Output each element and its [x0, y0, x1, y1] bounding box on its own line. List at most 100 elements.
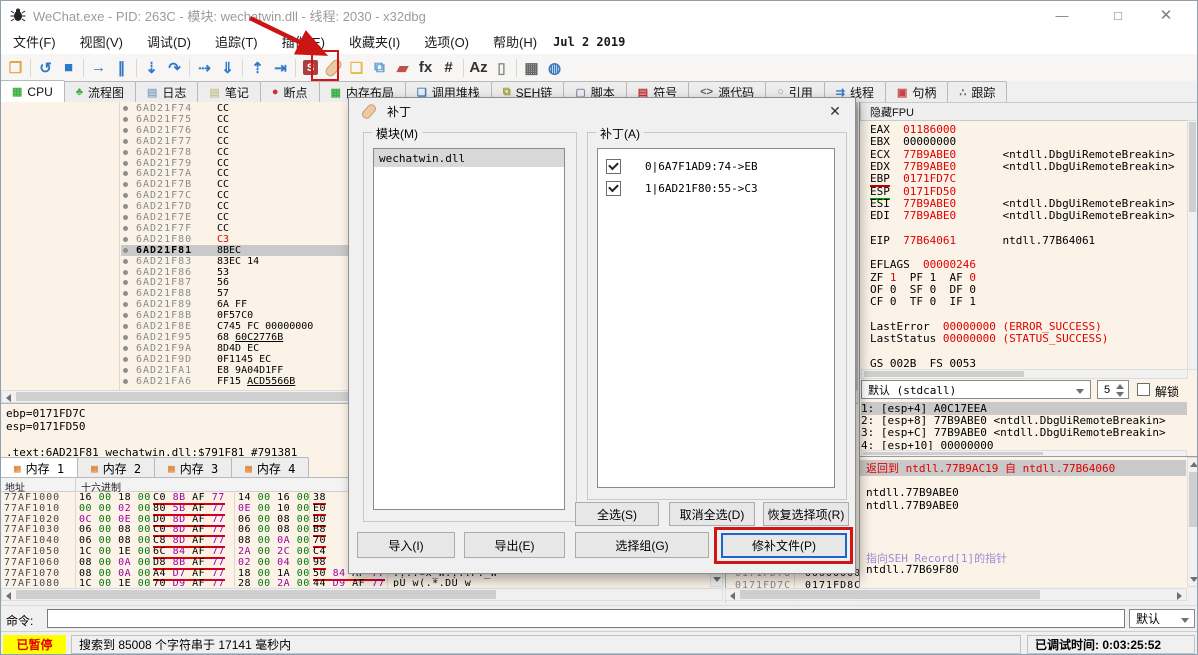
calculator-icon[interactable]: ▦ — [520, 57, 543, 79]
menu-help[interactable]: 帮助(H) — [481, 32, 549, 51]
register-line[interactable]: EDX 77B9ABE0 <ntdll.DbgUiRemoteBreakin> — [870, 160, 1175, 173]
run-icon[interactable]: → — [87, 57, 110, 79]
register-line[interactable]: ECX 77B9ABE0 <ntdll.DbgUiRemoteBreakin> — [870, 148, 1175, 161]
menu-favourites[interactable]: 收藏夹(I) — [337, 32, 412, 51]
breakpoint-dot-icon — [123, 225, 128, 231]
calling-convention-select[interactable]: 默认 (stdcall) — [861, 380, 1091, 399]
close-button[interactable]: ✕ — [1143, 1, 1189, 29]
tab-graph[interactable]: ♣ 流程图 — [63, 81, 136, 102]
x32dbg-window: WeChat.exe - PID: 263C - 模块: wechatwin.d… — [0, 0, 1198, 655]
dump-address: 77AF1070 — [4, 567, 61, 579]
import-button[interactable]: 导入(I) — [357, 532, 455, 558]
register-line[interactable]: GS 002B FS 0053 — [870, 357, 976, 370]
menu-debug[interactable]: 调试(D) — [135, 32, 203, 51]
patch-file-annotation-box — [714, 527, 853, 564]
register-line[interactable]: LastError 00000000 (ERROR_SUCCESS) — [870, 320, 1102, 333]
unlock-checkbox[interactable] — [1137, 383, 1150, 396]
register-line[interactable]: ESI 77B9ABE0 <ntdll.DbgUiRemoteBreakin> — [870, 197, 1175, 210]
registers-vscrollbar[interactable] — [1187, 120, 1197, 370]
tab-cpu[interactable]: ▦ CPU — [1, 80, 65, 102]
memory-tab-2[interactable]: ▦ 内存 2 — [77, 457, 156, 478]
menu-options[interactable]: 选项(O) — [412, 32, 481, 51]
memory-tab-3[interactable]: ▦ 内存 3 — [154, 457, 233, 478]
register-line[interactable]: EDI 77B9ABE0 <ntdll.DbgUiRemoteBreakin> — [870, 209, 1175, 222]
restart-icon[interactable]: ↺ — [34, 57, 57, 79]
module-list[interactable]: wechatwin.dll — [373, 148, 565, 510]
patch-checkbox[interactable] — [606, 158, 621, 174]
pause-icon[interactable]: ∥ — [110, 57, 133, 79]
debug-time-panel: 已调试时间: 0:03:25:52 — [1027, 635, 1195, 654]
register-line[interactable]: ESP 0171FD50 — [870, 184, 956, 200]
stop-icon[interactable]: ■ — [57, 57, 80, 79]
status-message: 搜索到 85008 个字符串于 17141 毫秒内 — [79, 638, 292, 652]
register-line[interactable]: EBP 0171FD7C — [870, 172, 956, 188]
command-mode-select[interactable]: 默认 — [1129, 609, 1195, 628]
tab-handles[interactable]: ▣ 句柄 — [884, 81, 949, 102]
memory-tab-1[interactable]: ▦ 内存 1 — [1, 457, 79, 478]
patch-list-item[interactable]: 0|6A7F1AD9:74->EB — [598, 155, 834, 177]
register-line[interactable]: EIP 77B64061 ntdll.77B64061 — [870, 234, 1095, 247]
bookmarks-icon[interactable]: ▰ — [391, 57, 414, 79]
breakpoint-dot-icon — [123, 378, 128, 384]
module-list-item[interactable]: wechatwin.dll — [374, 149, 564, 167]
log-icon[interactable]: ▯ — [490, 57, 513, 79]
register-line[interactable]: EAX 01186000 — [870, 123, 956, 136]
patch-list[interactable]: 0|6A7F1AD9:74->EB 1|6AD21F80:55->C3 — [597, 148, 835, 488]
patch-dialog-title-bar[interactable]: 补丁 — [349, 98, 855, 124]
step-over-icon[interactable]: ↷ — [163, 57, 186, 79]
tab-breakpoints[interactable]: ● 断点 — [259, 81, 320, 102]
select-group-button[interactable]: 选择组(G) — [575, 532, 709, 558]
call-argument-row[interactable]: 1: [esp+4] A0C17EEA — [861, 402, 1187, 415]
register-line[interactable]: OF 0 SF 0 DF 0 — [870, 283, 976, 296]
labels-icon[interactable]: ⧉ — [368, 57, 391, 79]
tab-trace-label: 跟踪 — [971, 85, 996, 100]
run-until-icon[interactable]: ⇢ — [193, 57, 216, 79]
menu-view[interactable]: 视图(V) — [68, 32, 135, 51]
hide-fpu-button[interactable]: 隐藏FPU — [860, 102, 1197, 121]
dump-hscrollbar[interactable] — [1, 588, 723, 601]
maximize-button[interactable]: □ — [1095, 1, 1141, 29]
tab-breakpoints-label: 断点 — [283, 85, 308, 100]
menu-file[interactable]: 文件(F) — [1, 32, 68, 51]
arg-count-stepper[interactable]: 5 — [1097, 380, 1129, 399]
registers-hscrollbar[interactable] — [861, 369, 1188, 379]
function-icon[interactable]: fx — [414, 57, 437, 79]
call-argument-row[interactable]: 3: [esp+C] 77B9ABE0 <ntdll.DbgUiRemoteBr… — [861, 426, 1187, 439]
deselect-all-button[interactable]: 取消全选(D) — [669, 502, 755, 526]
disasm-bytes: 6A FF — [217, 299, 248, 311]
disasm-bytes: C3 — [217, 233, 230, 245]
register-line[interactable]: EBX 00000000 — [870, 135, 956, 148]
patch-checkbox[interactable] — [606, 180, 621, 196]
tab-log[interactable]: ▤ 日志 — [134, 81, 199, 102]
dialog-close-icon[interactable]: ✕ — [821, 101, 849, 121]
call-argument-row[interactable]: 2: [esp+8] 77B9ABE0 <ntdll.DbgUiRemoteBr… — [861, 414, 1187, 427]
case-icon[interactable]: Aᴢ — [467, 57, 490, 79]
minimize-button[interactable]: — — [1039, 1, 1085, 29]
register-line[interactable]: EFLAGS 00000246 — [870, 258, 976, 271]
patch-list-item[interactable]: 1|6AD21F80:55->C3 — [598, 177, 834, 199]
dump-address: 77AF1040 — [4, 535, 61, 547]
restore-selection-button[interactable]: 恢复选择项(R) — [763, 502, 849, 526]
comments-icon[interactable]: ❏ — [345, 57, 368, 79]
tab-trace[interactable]: ∴ 跟踪 — [947, 81, 1008, 102]
open-file-icon[interactable]: ❒ — [4, 57, 27, 79]
export-button[interactable]: 导出(E) — [464, 532, 565, 558]
memory-tab-4[interactable]: ▦ 内存 4 — [231, 457, 310, 478]
debug-time-value: 0:03:25:52 — [1102, 637, 1162, 652]
step-into-icon[interactable]: ⇣ — [140, 57, 163, 79]
globe-icon[interactable]: ◍ — [543, 57, 566, 79]
stack-hints-vscrollbar[interactable] — [1187, 457, 1197, 587]
register-line[interactable]: CF 0 TF 0 IF 1 — [870, 295, 976, 308]
tab-notes[interactable]: ▤ 笔记 — [197, 81, 261, 102]
stack-hscrollbar[interactable] — [725, 588, 1187, 601]
dump-ascii: pÙ_w(.*.DÙ_w — [393, 578, 472, 587]
breakpoint-dot-icon — [123, 247, 128, 253]
disasm-address: 6AD21FA1 — [136, 364, 193, 376]
dump-row[interactable]: 77AF1080 1C 00 1E 00 70 D9 AF 77 28 00 2A 0… — [1, 578, 709, 587]
hash-icon[interactable]: # — [437, 57, 460, 79]
register-line[interactable]: ZF 1 PF 1 AF 0 — [870, 271, 976, 284]
register-line[interactable]: LastStatus 00000000 (STATUS_SUCCESS) — [870, 332, 1108, 345]
command-input[interactable] — [47, 609, 1125, 628]
stack-hints-pane[interactable]: 返回到 ntdll.77B9AC19 自 ntdll.77B64060 ntdll… — [859, 456, 1197, 587]
select-all-button[interactable]: 全选(S) — [575, 502, 659, 526]
